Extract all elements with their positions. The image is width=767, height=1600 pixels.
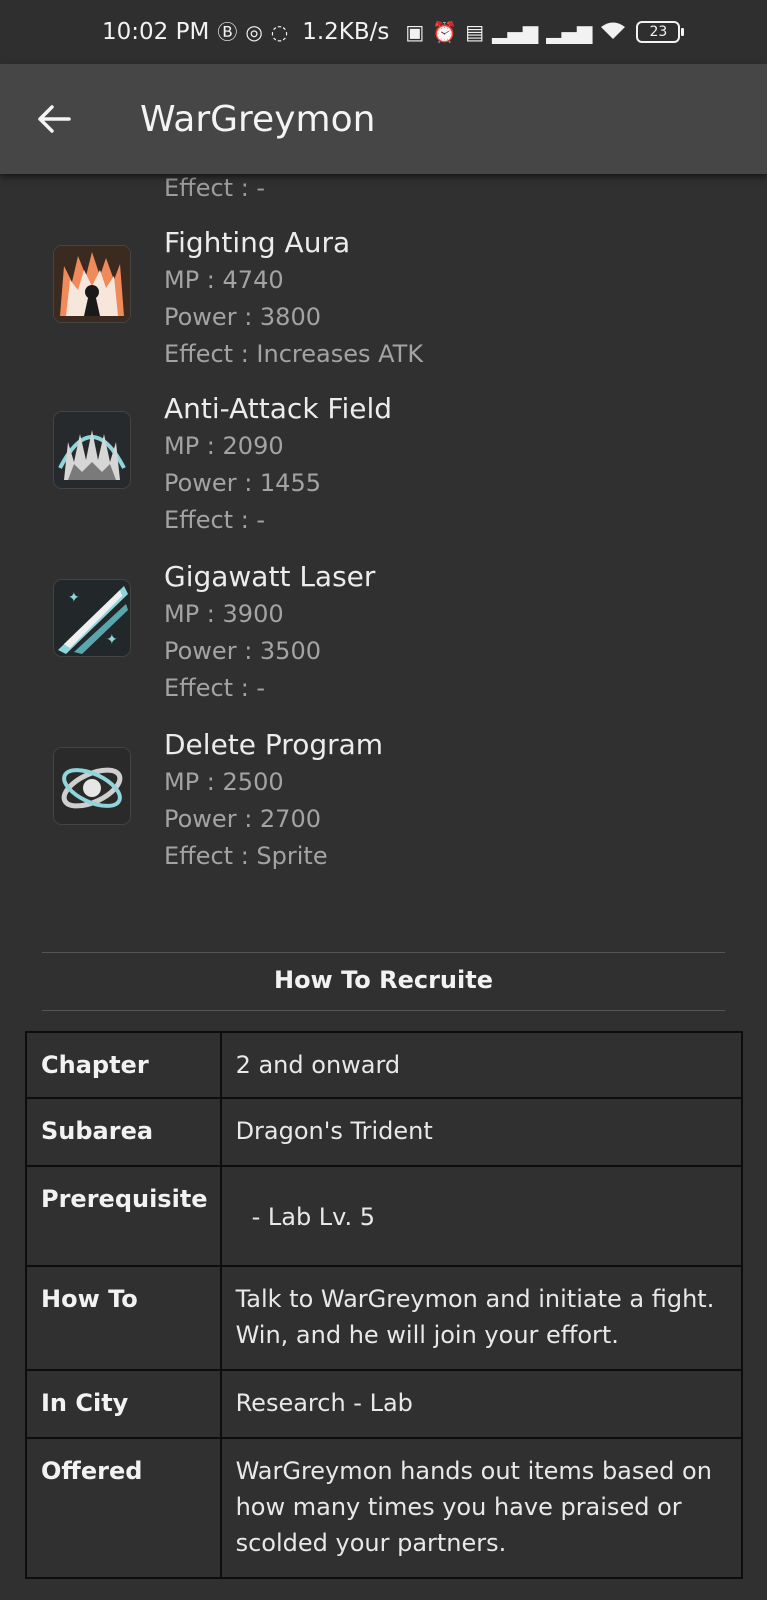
- wifi-icon: [600, 21, 626, 44]
- gigawatt-laser-icon: ✦ ✦: [54, 580, 130, 656]
- skill-mp: MP : 2500: [164, 768, 284, 796]
- skill-effect: Effect : Increases ATK: [164, 340, 424, 368]
- skill-name: Fighting Aura: [164, 226, 351, 259]
- skill-effect: Effect : -: [164, 674, 266, 702]
- skill-name: Gigawatt Laser: [164, 560, 376, 593]
- skill-power: Power : 3800: [164, 303, 321, 331]
- skill-name: Delete Program: [164, 728, 384, 761]
- anti-attack-field-icon: [54, 412, 130, 488]
- status-time: 10:02 PM: [102, 19, 210, 45]
- app-bar: WarGreymon: [0, 64, 767, 174]
- row-label-subarea: Subarea: [25, 1097, 222, 1167]
- table-row: Prerequisite - Lab Lv. 5: [25, 1165, 744, 1267]
- signal-2-icon: ▂▄▆: [546, 20, 593, 44]
- messenger-icon: ◌: [270, 20, 289, 44]
- skill-mp: MP : 4740: [164, 266, 284, 294]
- instagram-icon: ◎: [245, 20, 263, 44]
- row-value-chapter: 2 and onward: [219, 1031, 744, 1099]
- skill-power: Power : 3500: [164, 637, 321, 665]
- battery-level: 23: [649, 24, 668, 40]
- row-value-how-to: Talk to WarGreymon and initiate a fight.…: [219, 1265, 744, 1371]
- skill-item: Delete Program MP : 2500 Power : 2700 Ef…: [0, 728, 767, 896]
- skill-item: Fighting Aura MP : 4740 Power : 3800 Eff…: [0, 226, 767, 394]
- row-label-prerequisite: Prerequisite: [25, 1165, 222, 1267]
- page-title: WarGreymon: [140, 98, 376, 140]
- fighting-aura-icon: [54, 246, 130, 322]
- skill-item: Anti-Attack Field MP : 2090 Power : 1455…: [0, 392, 767, 560]
- status-right: 1.2KB/s ▣ ⏰ ▤ ▂▄▆ ▂▄▆ 23: [302, 19, 685, 45]
- skill-item: ✦ ✦ Gigawatt Laser MP : 3900 Power : 350…: [0, 560, 767, 728]
- section-title: How To Recruite: [273, 966, 493, 994]
- net-speed: 1.2KB/s: [302, 19, 390, 45]
- divider-bottom: [42, 1010, 725, 1011]
- delete-program-icon: [54, 748, 130, 824]
- svg-text:✦: ✦: [68, 590, 80, 606]
- volte-icon: ▤: [465, 20, 485, 44]
- skill-mp: MP : 3900: [164, 600, 284, 628]
- svg-text:✦: ✦: [106, 632, 118, 648]
- row-label-offered: Offered: [25, 1437, 222, 1579]
- table-row: Offered WarGreymon hands out items based…: [25, 1437, 744, 1579]
- row-label-in-city: In City: [25, 1369, 222, 1439]
- table-row: Subarea Dragon's Trident: [25, 1097, 744, 1167]
- row-value-subarea: Dragon's Trident: [219, 1097, 744, 1167]
- recruit-table: Chapter 2 and onward Subarea Dragon's Tr…: [25, 1031, 744, 1579]
- skill-name: Anti-Attack Field: [164, 392, 393, 425]
- row-value-prerequisite: - Lab Lv. 5: [219, 1165, 744, 1267]
- skill-mp: MP : 2090: [164, 432, 284, 460]
- arrow-left-icon: [38, 105, 71, 133]
- table-row: How To Talk to WarGreymon and initiate a…: [25, 1265, 744, 1371]
- alarm-icon: ⏰: [432, 20, 458, 44]
- row-label-chapter: Chapter: [25, 1031, 222, 1099]
- partial-skill-effect: Effect : -: [164, 174, 266, 202]
- row-label-how-to: How To: [25, 1265, 222, 1371]
- row-value-offered: WarGreymon hands out items based on how …: [219, 1437, 744, 1579]
- skill-effect: Effect : Sprite: [164, 842, 328, 870]
- nfc-icon: ▣: [405, 20, 425, 44]
- skill-power: Power : 2700: [164, 805, 321, 833]
- battery-icon: 23: [636, 21, 685, 43]
- divider-top: [42, 952, 725, 953]
- signal-icon: ▂▄▆: [492, 20, 539, 44]
- skill-effect: Effect : -: [164, 506, 266, 534]
- status-bar: 10:02 PM Ⓑ ◎ ◌ 1.2KB/s ▣ ⏰ ▤ ▂▄▆ ▂▄▆ 23: [0, 0, 767, 64]
- skill-power: Power : 1455: [164, 469, 321, 497]
- table-row: In City Research - Lab: [25, 1369, 744, 1439]
- b-badge-icon: Ⓑ: [217, 20, 238, 44]
- row-value-in-city: Research - Lab: [219, 1369, 744, 1439]
- table-row: Chapter 2 and onward: [25, 1031, 744, 1099]
- back-button[interactable]: [26, 91, 82, 147]
